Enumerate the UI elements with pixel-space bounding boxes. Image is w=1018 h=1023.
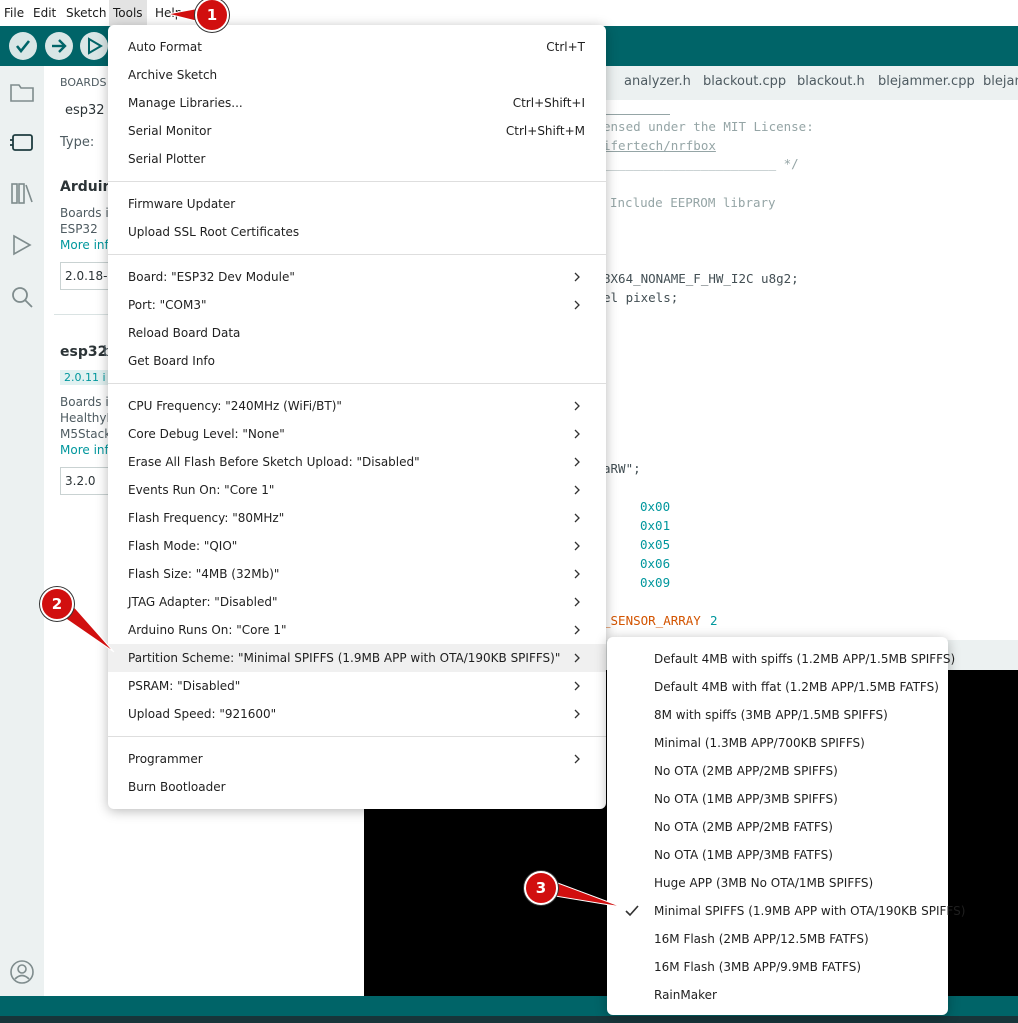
callout-arrows (55, 7, 623, 908)
callout-arrow-3 (554, 881, 623, 908)
callout-badge-2: 2 (40, 587, 74, 621)
callout-badge-3: 3 (524, 871, 558, 905)
